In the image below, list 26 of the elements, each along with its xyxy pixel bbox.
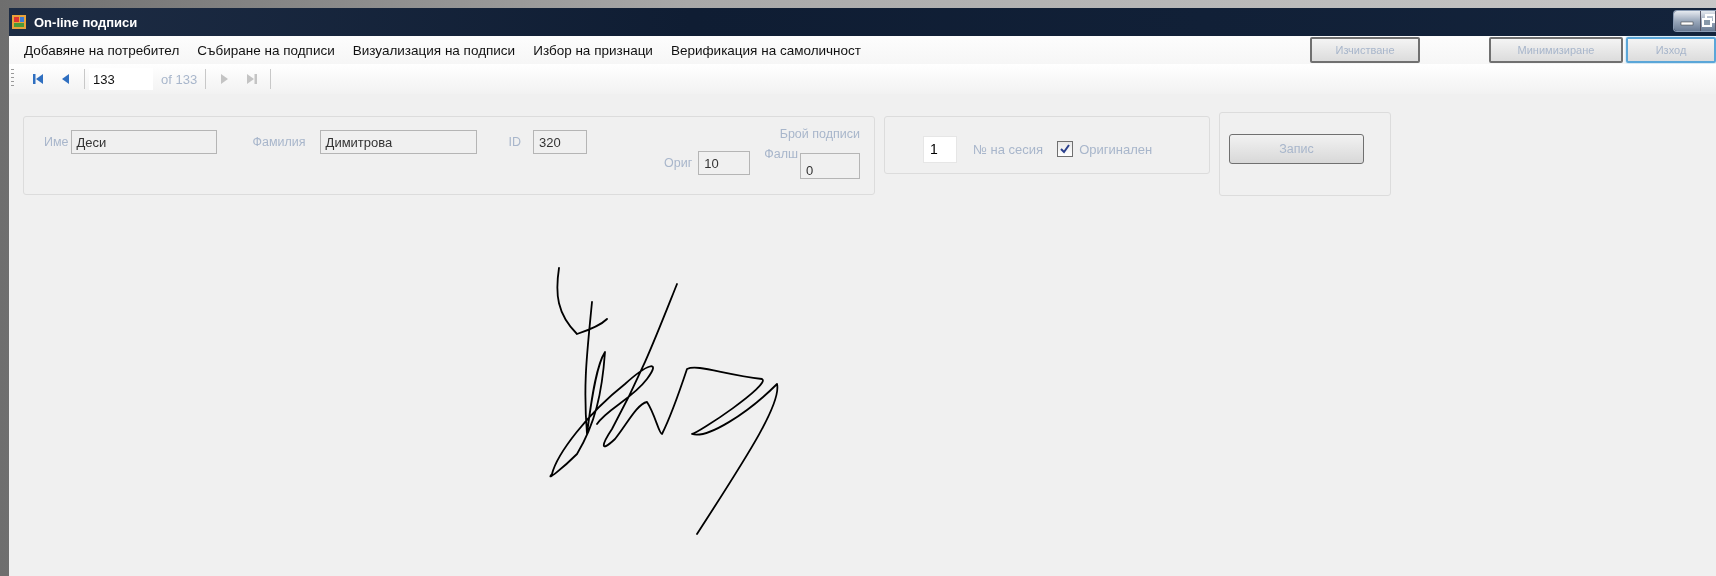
- menu-item[interactable]: Добавяне на потребител: [18, 42, 192, 58]
- input-field[interactable]: 10: [698, 151, 751, 175]
- minimize-icon[interactable]: [1674, 11, 1701, 31]
- field-label: № на сесия: [973, 141, 1044, 157]
- checkbox-label: Оригинален: [1079, 141, 1153, 157]
- field-label: Фалш: [764, 147, 798, 161]
- record-count: of 133: [160, 71, 199, 87]
- field-label: Ориг: [664, 156, 693, 170]
- menu-item[interactable]: Събиране на подписи: [191, 42, 347, 58]
- group-title: Брой подписи: [779, 127, 860, 141]
- field-label: Име: [44, 135, 69, 149]
- first-icon[interactable]: [30, 71, 46, 87]
- menu-item[interactable]: Избор на признаци: [527, 42, 665, 58]
- input-field[interactable]: Димитрова: [319, 130, 477, 154]
- restore-icon[interactable]: [1701, 11, 1716, 31]
- field-label: ID: [508, 135, 522, 149]
- menu-item[interactable]: Верификация на самоличност: [664, 42, 873, 58]
- checkbox[interactable]: [1057, 141, 1074, 157]
- session-field[interactable]: 1: [923, 135, 957, 163]
- input-field[interactable]: Деси: [70, 130, 217, 154]
- app-icon: [11, 14, 27, 30]
- menu-item[interactable]: Визуализация на подписи: [346, 42, 528, 58]
- field-label: Фамилия: [252, 135, 306, 149]
- input-field[interactable]: 320: [533, 130, 588, 154]
- input-field[interactable]: 0: [800, 153, 860, 179]
- window-title: On-line подписи: [34, 14, 138, 30]
